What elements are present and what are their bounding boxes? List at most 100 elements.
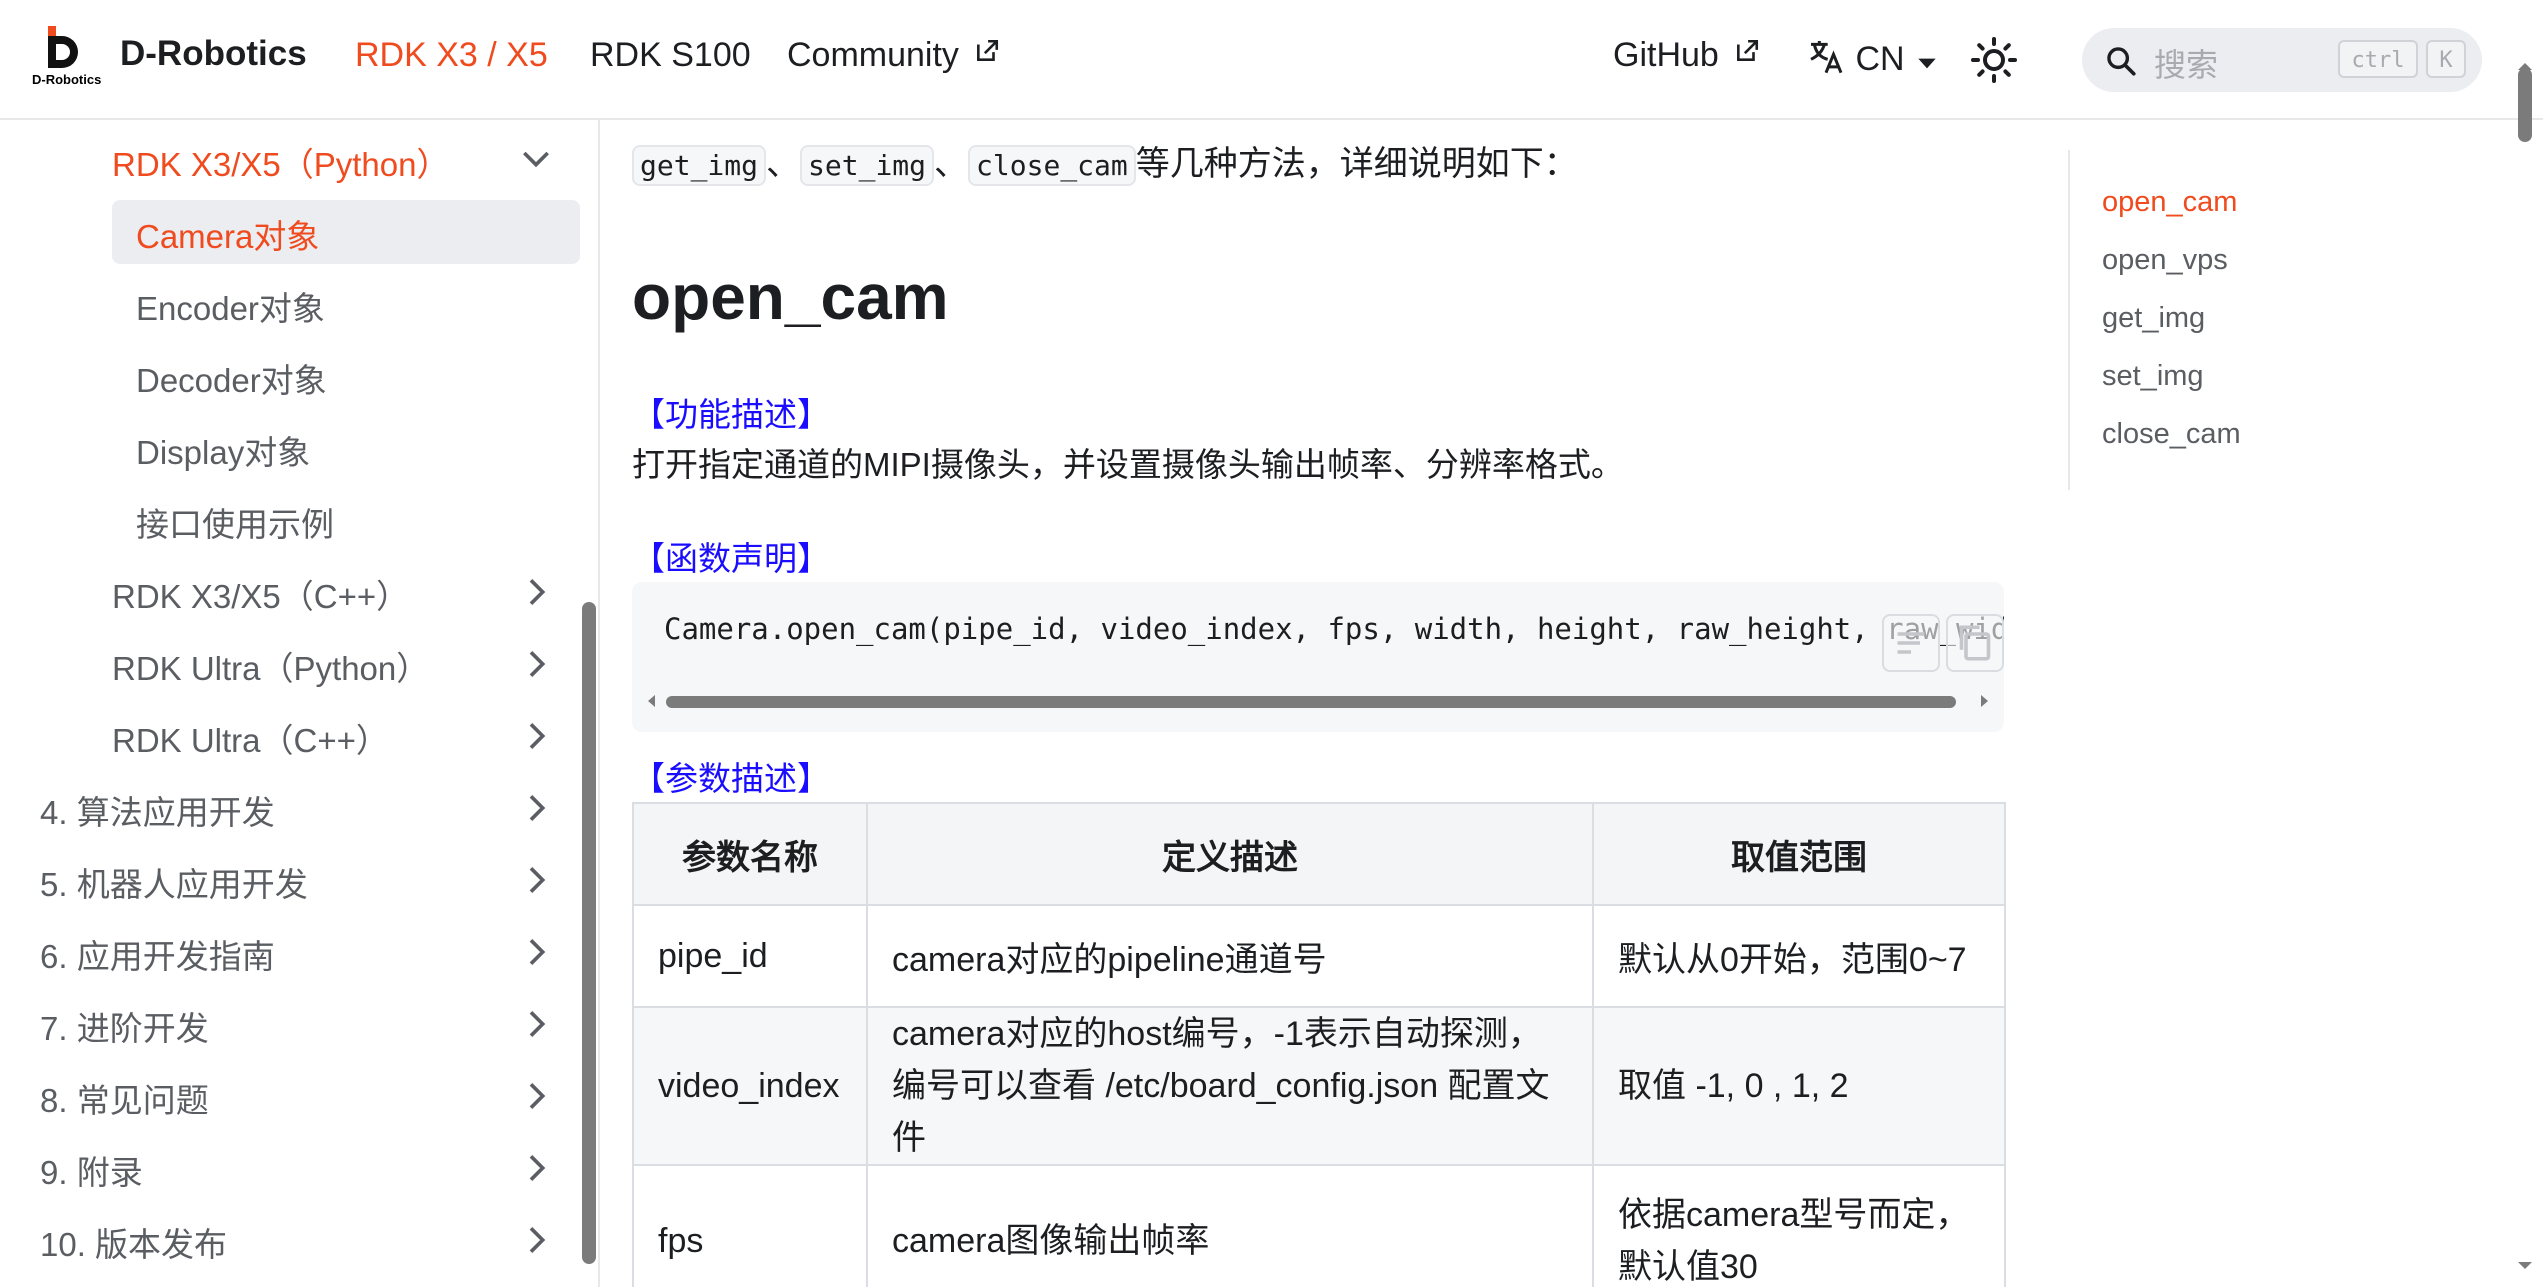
- site-logo[interactable]: D-Robotics: [32, 26, 104, 90]
- sidebar-item-robot-dev[interactable]: 5. 机器人应用开发: [40, 858, 308, 906]
- scroll-left-arrow-icon[interactable]: [644, 690, 660, 712]
- nav-link-community[interactable]: Community: [787, 36, 1000, 75]
- sidebar-item-rdk-ultra-python[interactable]: RDK Ultra（Python）: [112, 642, 429, 690]
- inline-code-close-cam: close_cam: [968, 145, 1136, 186]
- copy-code-button[interactable]: [1946, 614, 2004, 672]
- sidebar-item-display[interactable]: Display对象: [136, 426, 310, 474]
- table-cell: 依据camera型号而定，默认值30: [1592, 1164, 2006, 1287]
- params-table: 参数名称 定义描述 取值范围 pipe_id camera对应的pipeline…: [632, 802, 2006, 1287]
- word-wrap-button[interactable]: [1882, 614, 1940, 672]
- table-header-cell: 参数名称: [632, 802, 868, 906]
- caret-down-icon: [1918, 58, 1936, 69]
- chevron-down-icon[interactable]: [516, 138, 556, 178]
- func-desc-text: 打开指定通道的MIPI摄像头，并设置摄像头输出帧率、分辨率格式。: [632, 446, 1624, 483]
- param-desc-label: 【参数描述】: [632, 760, 830, 797]
- code-scrollbar-thumb[interactable]: [666, 696, 1956, 708]
- table-header-row: 参数名称 定义描述 取值范围: [632, 802, 2006, 906]
- chevron-right-icon[interactable]: [516, 1220, 556, 1260]
- search-box[interactable]: 搜索 ctrl K: [2082, 28, 2482, 92]
- nav-link-rdk-s100[interactable]: RDK S100: [590, 36, 751, 75]
- top-navbar: D-Robotics D-Robotics RDK X3 / X5 RDK S1…: [0, 0, 2543, 120]
- table-cell: fps: [632, 1164, 868, 1287]
- toc-item-open-cam[interactable]: open_cam: [2102, 186, 2237, 219]
- table-header-cell: 定义描述: [866, 802, 1594, 906]
- scroll-down-arrow-icon[interactable]: [2512, 1260, 2538, 1272]
- toc-item-set-img[interactable]: set_img: [2102, 360, 2204, 393]
- brand-name[interactable]: D-Robotics: [120, 34, 307, 74]
- table-cell: camera对应的pipeline通道号: [866, 904, 1594, 1008]
- table-header-cell: 取值范围: [1592, 802, 2006, 906]
- code-horizontal-scrollbar[interactable]: [644, 690, 1992, 712]
- intro-tail-text: 等几种方法，详细说明如下：: [1135, 145, 1578, 183]
- toc-item-open-vps[interactable]: open_vps: [2102, 244, 2228, 277]
- table-row: fps camera图像输出帧率 依据camera型号而定，默认值30: [632, 1164, 2006, 1287]
- chevron-right-icon[interactable]: [516, 1148, 556, 1188]
- table-cell: camera图像输出帧率: [866, 1164, 1594, 1287]
- table-cell: camera对应的host编号，-1表示自动探测，编号可以查看 /etc/boa…: [866, 1006, 1594, 1166]
- kbd-k: K: [2426, 40, 2466, 78]
- sidebar-item-algorithm-dev[interactable]: 4. 算法应用开发: [40, 786, 275, 834]
- language-label: CN: [1855, 40, 1905, 78]
- chevron-right-icon[interactable]: [516, 1076, 556, 1116]
- search-placeholder: 搜索: [2154, 47, 2219, 83]
- nav-link-github[interactable]: GitHub: [1613, 36, 1760, 75]
- kbd-ctrl: ctrl: [2338, 40, 2418, 78]
- chevron-right-icon[interactable]: [516, 644, 556, 684]
- chevron-right-icon[interactable]: [516, 716, 556, 756]
- chevron-right-icon[interactable]: [516, 788, 556, 828]
- chevron-right-icon[interactable]: [516, 572, 556, 612]
- toc-item-get-img[interactable]: get_img: [2102, 302, 2205, 335]
- sidebar-item-rdk-x3-x5-python[interactable]: RDK X3/X5（Python）: [112, 138, 449, 186]
- sidebar-scrollbar[interactable]: [582, 120, 596, 1287]
- func-desc-label: 【功能描述】: [632, 396, 830, 433]
- wrap-lines-icon: [1897, 632, 1925, 654]
- sidebar-item-examples[interactable]: 接口使用示例: [136, 498, 334, 546]
- code-block[interactable]: Camera.open_cam(pipe_id, video_index, fp…: [632, 582, 2004, 732]
- section-heading: open_cam: [632, 261, 949, 333]
- sidebar-item-releases[interactable]: 10. 版本发布: [40, 1218, 227, 1266]
- sun-icon[interactable]: [1970, 36, 2018, 84]
- nav-link-community-label: Community: [787, 36, 959, 74]
- code-text: Camera.open_cam(pipe_id, video_index, fp…: [664, 612, 2004, 646]
- sidebar-item-appendix[interactable]: 9. 附录: [40, 1146, 143, 1194]
- translate-icon: [1810, 41, 1843, 74]
- sidebar-item-decoder[interactable]: Decoder对象: [136, 354, 327, 402]
- sidebar-item-app-guide[interactable]: 6. 应用开发指南: [40, 930, 275, 978]
- sidebar-item-rdk-ultra-cpp[interactable]: RDK Ultra（C++）: [112, 714, 389, 762]
- logo-icon: [48, 26, 78, 68]
- table-of-contents: open_cam open_vps get_img set_img close_…: [2068, 150, 2490, 490]
- table-row: video_index camera对应的host编号，-1表示自动探测，编号可…: [632, 1006, 2006, 1166]
- page-scrollbar-thumb[interactable]: [2518, 68, 2532, 142]
- table-cell: video_index: [632, 1006, 868, 1166]
- intro-paragraph: get_img、 set_img、 close_cam 等几种方法，详细说明如下：: [632, 136, 1578, 186]
- logo-text: D-Robotics: [32, 72, 102, 87]
- chevron-right-icon[interactable]: [516, 1004, 556, 1044]
- chevron-right-icon[interactable]: [516, 860, 556, 900]
- inline-code-get-img: get_img: [632, 145, 767, 186]
- scroll-right-arrow-icon[interactable]: [1976, 690, 1992, 712]
- main-content: get_img、 set_img、 close_cam 等几种方法，详细说明如下： o…: [600, 120, 2060, 1287]
- table-cell: pipe_id: [632, 904, 868, 1008]
- sidebar-scrollbar-thumb[interactable]: [582, 602, 596, 1264]
- sidebar-item-rdk-x3-x5-cpp[interactable]: RDK X3/X5（C++）: [112, 570, 409, 618]
- inline-code-set-img: set_img: [800, 145, 935, 186]
- sidebar-item-faq[interactable]: 8. 常见问题: [40, 1074, 209, 1122]
- page-scrollbar[interactable]: [2512, 60, 2538, 1287]
- separator: 、: [766, 145, 801, 183]
- table-row: pipe_id camera对应的pipeline通道号 默认从0开始，范围0~…: [632, 904, 2006, 1008]
- table-cell: 默认从0开始，范围0~7: [1592, 904, 2006, 1008]
- sidebar-item-encoder[interactable]: Encoder对象: [136, 282, 325, 330]
- search-icon: [2107, 47, 2136, 76]
- separator: 、: [934, 145, 969, 183]
- func-decl-label: 【函数声明】: [632, 540, 830, 577]
- chevron-right-icon[interactable]: [516, 932, 556, 972]
- sidebar-item-camera[interactable]: Camera对象: [136, 210, 319, 258]
- language-dropdown[interactable]: CN: [1806, 36, 1940, 79]
- sidebar-item-advanced[interactable]: 7. 进阶开发: [40, 1002, 209, 1050]
- nav-link-github-label: GitHub: [1613, 36, 1719, 74]
- table-cell: 取值 -1, 0 , 1, 2: [1592, 1006, 2006, 1166]
- nav-link-rdk-x3-x5[interactable]: RDK X3 / X5: [355, 36, 548, 75]
- docs-sidebar: RDK X3/X5（Python） Camera对象 Encoder对象 Dec…: [0, 120, 600, 1287]
- external-link-icon: [1737, 39, 1759, 61]
- toc-item-close-cam[interactable]: close_cam: [2102, 418, 2241, 451]
